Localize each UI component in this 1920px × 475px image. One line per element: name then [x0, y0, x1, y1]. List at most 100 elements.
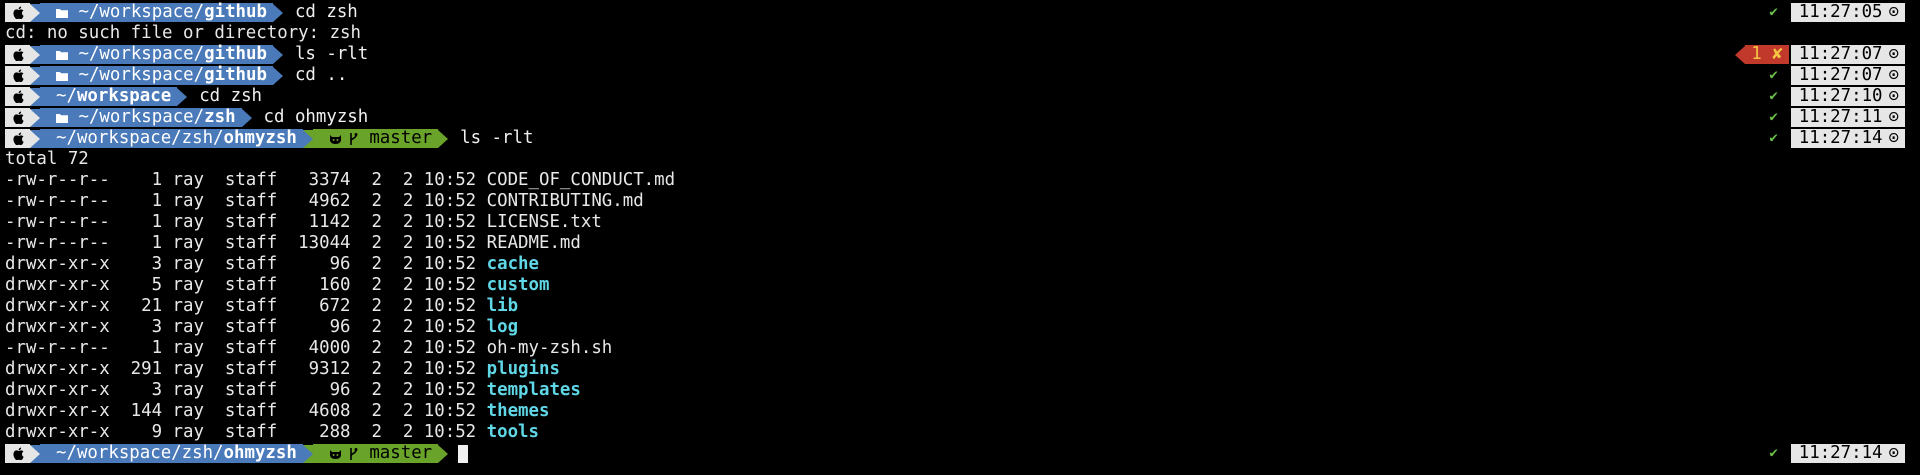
file-name: CODE_OF_CONDUCT.md: [486, 170, 676, 190]
prompt-line: ~/workspace/github cd zsh ✔ 11:27:05 ⊙: [0, 2, 1920, 23]
directory-name: log: [486, 317, 519, 337]
path-segment: ~/workspace/github: [40, 3, 273, 22]
file-meta: -rw-r--r-- 1 ray staff 1142 2 2 10:52: [5, 212, 487, 232]
path-current: github: [204, 44, 267, 64]
prompt-line-active[interactable]: ~/workspace/zsh/ohmyzsh master ✔ 11:27:1…: [0, 443, 1920, 464]
clock-icon: ⊙: [1888, 107, 1899, 127]
checkmark-icon: ✔: [1769, 88, 1778, 104]
os-segment: [5, 3, 30, 22]
file-meta: -rw-r--r-- 1 ray staff 4000 2 2 10:52: [5, 338, 487, 358]
file-name: README.md: [486, 233, 581, 253]
checkmark-icon: ✔: [1769, 445, 1778, 461]
path-segment: ~/workspace: [40, 86, 178, 106]
right-prompt: ✔ 11:27:11 ⊙: [1769, 108, 1905, 127]
cross-icon: ✘: [1772, 44, 1783, 64]
os-segment: [5, 129, 30, 148]
terminal-window[interactable]: ~/workspace/github cd zsh ✔ 11:27:05 ⊙ cd…: [0, 0, 1920, 475]
right-prompt: ✔ 11:27:07 ⊙: [1769, 66, 1905, 85]
listing-row: -rw-r--r-- 1 ray staff 13044 2 2 10:52 R…: [0, 233, 1920, 254]
path-current: zsh: [204, 107, 236, 127]
time-segment: 11:27:11 ⊙: [1790, 107, 1905, 127]
total-text: total 72: [5, 149, 89, 169]
folder-icon: [56, 8, 68, 18]
clock-icon: ⊙: [1888, 65, 1899, 85]
error-message: cd: no such file or directory: zsh: [5, 23, 361, 43]
listing-row: drwxr-xr-x 3 ray staff 96 2 2 10:52 log: [0, 317, 1920, 338]
exit-code: 1: [1751, 44, 1762, 64]
file-meta: drwxr-xr-x 5 ray staff 160 2 2 10:52: [5, 275, 487, 295]
checkmark-icon: ✔: [1769, 130, 1778, 146]
os-segment: [5, 444, 30, 463]
ls-listing: -rw-r--r-- 1 ray staff 3374 2 2 10:52 CO…: [0, 170, 1920, 443]
timestamp: 11:27:07: [1798, 65, 1883, 85]
directory-name: custom: [486, 275, 550, 295]
file-name: LICENSE.txt: [486, 212, 602, 232]
path-current: ohmyzsh: [223, 443, 297, 463]
command-text: ls -rlt: [294, 44, 369, 64]
command-text: cd zsh: [294, 2, 358, 22]
listing-row: -rw-r--r-- 1 ray staff 1142 2 2 10:52 LI…: [0, 212, 1920, 233]
checkmark-icon: ✔: [1769, 109, 1778, 125]
text-cursor[interactable]: [458, 444, 469, 463]
time-segment: 11:27:10 ⊙: [1790, 87, 1905, 106]
command-text: cd zsh: [199, 86, 263, 106]
time-segment: 11:27:07 ⊙: [1790, 65, 1905, 85]
time-segment: 11:27:14 ⊙: [1790, 443, 1905, 463]
time-segment: 11:27:14 ⊙: [1790, 129, 1905, 148]
folder-icon: [56, 71, 68, 81]
error-output: cd: no such file or directory: zsh: [0, 23, 1920, 44]
timestamp: 11:27:07: [1798, 44, 1883, 64]
os-segment: [5, 108, 30, 127]
path-prefix: ~/: [56, 86, 77, 106]
directory-name: templates: [486, 380, 581, 400]
path-current: ohmyzsh: [223, 128, 297, 148]
path-prefix: ~/workspace/: [78, 107, 205, 127]
path-prefix: ~/workspace/: [78, 2, 205, 22]
path-segment: ~/workspace/zsh: [40, 108, 242, 127]
file-meta: drwxr-xr-x 3 ray staff 96 2 2 10:52: [5, 380, 487, 400]
os-segment: [5, 66, 30, 85]
os-segment: [5, 45, 30, 64]
git-segment: master: [312, 443, 439, 463]
directory-name: plugins: [486, 359, 560, 379]
git-segment: master: [312, 129, 439, 148]
path-segment: ~/workspace/github: [40, 45, 273, 64]
ls-total: total 72: [0, 149, 1920, 170]
command-text: cd ..: [294, 65, 348, 85]
file-meta: drwxr-xr-x 3 ray staff 96 2 2 10:52: [5, 254, 487, 274]
path-segment: ~/workspace/zsh/ohmyzsh: [40, 129, 303, 148]
apple-icon: [13, 447, 24, 460]
listing-row: -rw-r--r-- 1 ray staff 3374 2 2 10:52 CO…: [0, 170, 1920, 191]
directory-name: themes: [486, 401, 550, 421]
folder-icon: [56, 113, 68, 123]
file-meta: drwxr-xr-x 3 ray staff 96 2 2 10:52: [5, 317, 487, 337]
directory-name: cache: [486, 254, 539, 274]
directory-name: tools: [486, 422, 539, 442]
listing-row: drwxr-xr-x 5 ray staff 160 2 2 10:52 cus…: [0, 275, 1920, 296]
prompt-line: ~/workspace/github cd .. ✔ 11:27:07 ⊙: [0, 65, 1920, 86]
command-text: cd ohmyzsh: [263, 107, 369, 127]
listing-row: drwxr-xr-x 291 ray staff 9312 2 2 10:52 …: [0, 359, 1920, 380]
os-segment: [5, 87, 30, 106]
file-meta: drwxr-xr-x 291 ray staff 9312 2 2 10:52: [5, 359, 487, 379]
path-current: github: [204, 2, 267, 22]
timestamp: 11:27:14: [1798, 443, 1883, 463]
apple-icon: [13, 48, 24, 61]
timestamp: 11:27:05: [1798, 2, 1883, 22]
github-icon: [329, 134, 341, 144]
file-meta: drwxr-xr-x 144 ray staff 4608 2 2 10:52: [5, 401, 487, 421]
listing-row: -rw-r--r-- 1 ray staff 4000 2 2 10:52 oh…: [0, 338, 1920, 359]
right-prompt: ✔ 11:27:14 ⊙: [1769, 129, 1905, 148]
file-meta: -rw-r--r-- 1 ray staff 3374 2 2 10:52: [5, 170, 487, 190]
github-icon: [329, 449, 341, 459]
file-meta: -rw-r--r-- 1 ray staff 4962 2 2 10:52: [5, 191, 487, 211]
error-status-segment: 1 ✘: [1745, 44, 1789, 64]
apple-icon: [13, 69, 24, 82]
prompt-line: ~/workspace/github ls -rlt 1 ✘ 11:27:07 ⊙: [0, 44, 1920, 65]
clock-icon: ⊙: [1888, 443, 1899, 463]
branch-name: master: [369, 443, 433, 463]
checkmark-icon: ✔: [1769, 67, 1778, 83]
apple-icon: [13, 90, 24, 103]
path-current: workspace: [76, 86, 172, 106]
listing-row: drwxr-xr-x 9 ray staff 288 2 2 10:52 too…: [0, 422, 1920, 443]
